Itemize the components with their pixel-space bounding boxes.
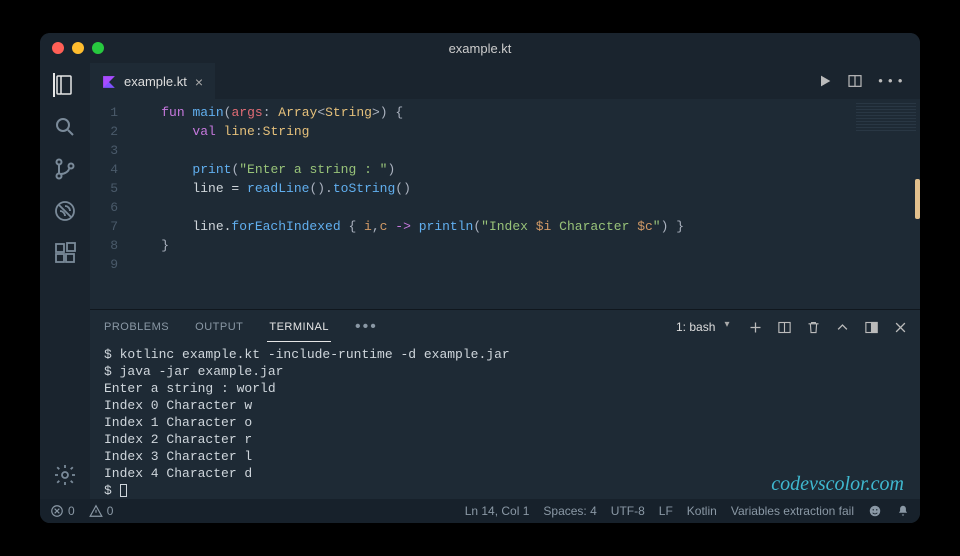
code-line[interactable]: val line:String	[130, 122, 850, 141]
panel-more-icon[interactable]: •••	[353, 310, 380, 344]
maximize-window-button[interactable]	[92, 42, 104, 54]
activity-bar	[40, 63, 90, 499]
status-errors[interactable]: 0	[50, 504, 75, 518]
line-number: 5	[90, 179, 118, 198]
code-line[interactable]: print("Enter a string : ")	[130, 160, 850, 179]
terminal-line: Index 1 Character o	[104, 414, 906, 431]
run-icon[interactable]	[817, 73, 833, 89]
tab-output[interactable]: OUTPUT	[193, 313, 245, 341]
status-warnings[interactable]: 0	[89, 504, 114, 518]
traffic-lights	[52, 42, 104, 54]
terminal-cursor	[120, 484, 127, 497]
tab-problems[interactable]: PROBLEMS	[102, 313, 171, 341]
statusbar: 0 0 Ln 14, Col 1 Spaces: 4 UTF-8 LF Kotl…	[40, 499, 920, 523]
minimap-content	[856, 103, 916, 133]
terminal-select[interactable]: 1: bash	[672, 318, 734, 336]
status-language[interactable]: Kotlin	[687, 504, 717, 518]
tab-close-icon[interactable]: ×	[195, 74, 203, 90]
more-actions-icon[interactable]: •••	[877, 74, 906, 89]
tab-example-kt[interactable]: example.kt ×	[90, 63, 215, 99]
warning-icon	[89, 504, 103, 518]
debug-icon[interactable]	[53, 199, 77, 223]
split-terminal-icon[interactable]	[777, 320, 792, 335]
status-encoding[interactable]: UTF-8	[611, 504, 645, 518]
line-number: 1	[90, 103, 118, 122]
status-position[interactable]: Ln 14, Col 1	[465, 504, 530, 518]
editor-window: example.kt	[40, 33, 920, 523]
kill-terminal-icon[interactable]	[806, 320, 821, 335]
code-line[interactable]: }	[130, 236, 850, 255]
toggle-panel-icon[interactable]	[864, 320, 879, 335]
line-number: 9	[90, 255, 118, 274]
watermark: codevscolor.com	[771, 476, 904, 493]
bottom-panel: PROBLEMS OUTPUT TERMINAL ••• 1: bash	[90, 309, 920, 499]
tab-terminal[interactable]: TERMINAL	[267, 313, 331, 342]
window-title: example.kt	[449, 41, 512, 56]
terminal-line: Enter a string : world	[104, 380, 906, 397]
code-line[interactable]: line = readLine().toString()	[130, 179, 850, 198]
tabbar: example.kt × •••	[90, 63, 920, 99]
status-eol[interactable]: LF	[659, 504, 673, 518]
line-number: 2	[90, 122, 118, 141]
close-panel-icon[interactable]	[893, 320, 908, 335]
window-body: example.kt × ••• 123456789 fun main(args…	[40, 63, 920, 499]
line-number: 7	[90, 217, 118, 236]
settings-gear-icon[interactable]	[53, 463, 77, 487]
tab-label: example.kt	[124, 74, 187, 89]
code-line[interactable]	[130, 255, 850, 274]
explorer-icon[interactable]	[53, 73, 77, 97]
source-control-icon[interactable]	[53, 157, 77, 181]
code-line[interactable]: fun main(args: Array<String>) {	[130, 103, 850, 122]
close-window-button[interactable]	[52, 42, 64, 54]
line-number: 8	[90, 236, 118, 255]
code-line[interactable]	[130, 198, 850, 217]
line-number: 6	[90, 198, 118, 217]
code-area[interactable]: fun main(args: Array<String>) { val line…	[130, 103, 850, 309]
main-area: example.kt × ••• 123456789 fun main(args…	[90, 63, 920, 499]
panel-tabs: PROBLEMS OUTPUT TERMINAL ••• 1: bash	[90, 310, 920, 344]
line-gutter: 123456789	[90, 103, 130, 309]
bell-icon[interactable]	[896, 504, 910, 518]
terminal-line: Index 0 Character w	[104, 397, 906, 414]
code-line[interactable]	[130, 141, 850, 160]
terminal-select-wrap: 1: bash	[672, 318, 734, 336]
minimize-window-button[interactable]	[72, 42, 84, 54]
editor[interactable]: 123456789 fun main(args: Array<String>) …	[90, 99, 850, 309]
error-icon	[50, 504, 64, 518]
terminal-line: Index 2 Character r	[104, 431, 906, 448]
terminal-line: $ kotlinc example.kt -include-runtime -d…	[104, 346, 906, 363]
terminal-line: Index 3 Character l	[104, 448, 906, 465]
titlebar: example.kt	[40, 33, 920, 63]
editor-wrap: 123456789 fun main(args: Array<String>) …	[90, 99, 920, 309]
line-number: 4	[90, 160, 118, 179]
status-message[interactable]: Variables extraction fail	[731, 504, 854, 518]
kotlin-file-icon	[102, 75, 116, 89]
minimap-scroll-indicator[interactable]	[915, 179, 920, 219]
split-editor-icon[interactable]	[847, 73, 863, 89]
new-terminal-icon[interactable]	[748, 320, 763, 335]
status-spaces[interactable]: Spaces: 4	[543, 504, 596, 518]
terminal-output[interactable]: $ kotlinc example.kt -include-runtime -d…	[90, 344, 920, 499]
extensions-icon[interactable]	[53, 241, 77, 265]
feedback-icon[interactable]	[868, 504, 882, 518]
editor-actions: •••	[817, 63, 920, 99]
minimap[interactable]	[850, 99, 920, 309]
terminal-line: $ java -jar example.jar	[104, 363, 906, 380]
line-number: 3	[90, 141, 118, 160]
code-line[interactable]: line.forEachIndexed { i,c -> println("In…	[130, 217, 850, 236]
maximize-panel-icon[interactable]	[835, 320, 850, 335]
search-icon[interactable]	[53, 115, 77, 139]
